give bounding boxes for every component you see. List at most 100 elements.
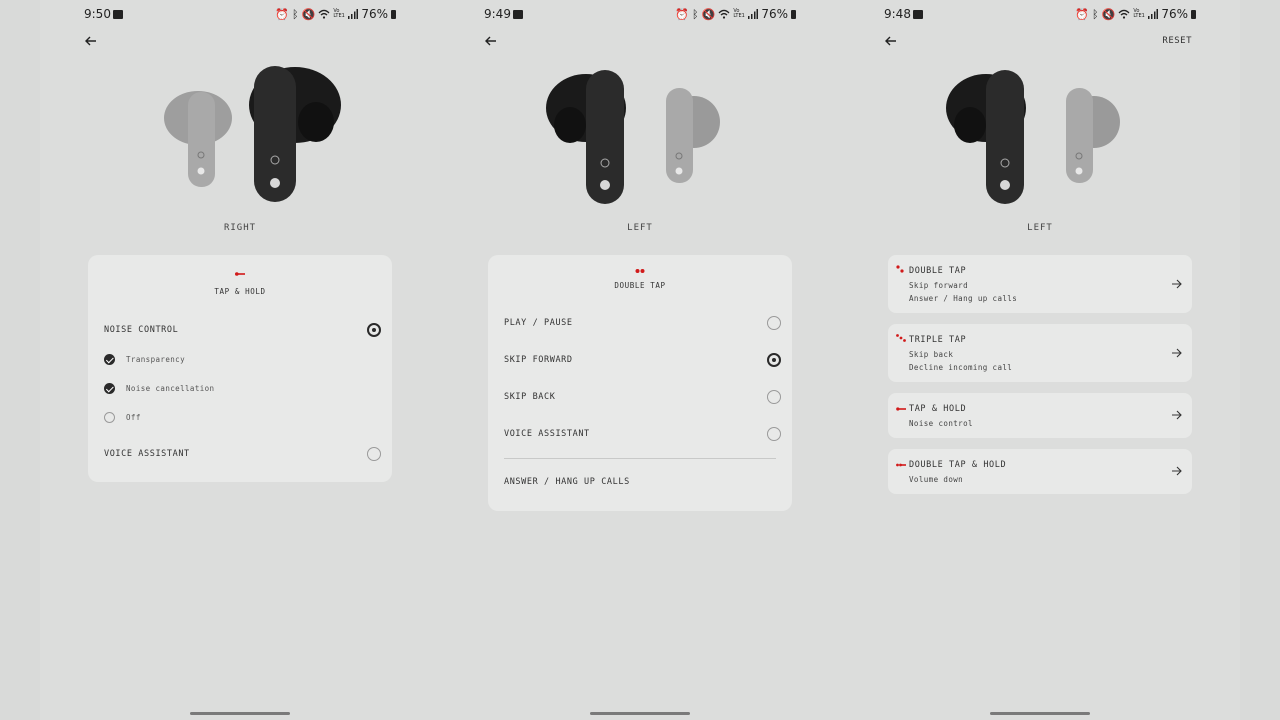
- play-pause-radio[interactable]: [767, 316, 781, 330]
- status-icons: ⏰ ᛒ 🔇 Vo LTE1 76%: [275, 7, 396, 21]
- signal-icon: [748, 9, 759, 19]
- alarm-icon: ⏰: [275, 7, 290, 21]
- gallery-icon: [913, 10, 923, 19]
- wifi-icon: [718, 9, 730, 19]
- tap-hold-gesture-icon: [88, 271, 392, 280]
- gesture-action: Skip forward: [909, 281, 968, 290]
- battery-percent: 76%: [1161, 7, 1188, 21]
- skip-back-option[interactable]: SKIP BACK: [504, 389, 781, 405]
- network-label: Vo LTE1: [1133, 8, 1145, 19]
- gesture-action: Noise control: [909, 419, 973, 428]
- bluetooth-icon: ᛒ: [1092, 7, 1099, 21]
- bluetooth-icon: ᛒ: [692, 7, 699, 21]
- card-title: DOUBLE TAP: [614, 281, 666, 290]
- gesture-title: DOUBLE TAP: [909, 266, 967, 276]
- home-indicator[interactable]: [190, 712, 290, 715]
- signal-icon: [348, 9, 359, 19]
- earbuds-image: [946, 70, 1120, 204]
- battery-icon: [1191, 9, 1196, 19]
- back-arrow-icon[interactable]: [484, 34, 498, 48]
- status-icons: ⏰ ᛒ 🔇 Vo LTE1 76%: [675, 7, 796, 21]
- noise-control-label: NOISE CONTROL: [104, 325, 179, 335]
- voice-assistant-radio[interactable]: [367, 447, 381, 461]
- voice-assistant-radio[interactable]: [767, 427, 781, 441]
- play-pause-option[interactable]: PLAY / PAUSE: [504, 315, 781, 331]
- off-label: Off: [126, 413, 141, 422]
- battery-percent: 76%: [761, 7, 788, 21]
- divider: [504, 458, 776, 459]
- answer-hang-up-option[interactable]: ANSWER / HANG UP CALLS: [504, 474, 781, 490]
- status-icons: ⏰ ᛒ 🔇 Vo LTE1 76%: [1075, 7, 1196, 21]
- phone-screen-right-tap-hold: 9:50 ⏰ ᛒ 🔇 Vo LTE1 76% RIGHT TAP & HOLD: [40, 0, 440, 720]
- gesture-action: Decline incoming call: [909, 363, 1013, 372]
- back-arrow-icon[interactable]: [884, 34, 898, 48]
- tap-hold-gesture-icon: [896, 407, 906, 411]
- gesture-card-triple-tap[interactable]: TRIPLE TAP Skip back Decline incoming ca…: [888, 324, 1192, 382]
- check-circle-icon[interactable]: [104, 383, 115, 394]
- transparency-option[interactable]: Transparency: [104, 352, 381, 368]
- alarm-icon: ⏰: [675, 7, 690, 21]
- status-time: 9:49: [484, 7, 511, 21]
- status-time: 9:50: [84, 7, 111, 21]
- double-tap-gesture-icon: [488, 268, 792, 277]
- noise-control-radio[interactable]: [367, 323, 381, 337]
- alarm-icon: ⏰: [1075, 7, 1090, 21]
- check-circle-icon[interactable]: [104, 354, 115, 365]
- reset-button[interactable]: RESET: [1162, 36, 1192, 46]
- home-indicator[interactable]: [990, 712, 1090, 715]
- back-arrow-icon[interactable]: [84, 34, 98, 48]
- bluetooth-icon: ᛒ: [292, 7, 299, 21]
- battery-icon: [791, 9, 796, 19]
- gesture-card-double-tap-hold[interactable]: DOUBLE TAP & HOLD Volume down: [888, 449, 1192, 494]
- empty-circle-icon[interactable]: [104, 412, 115, 423]
- answer-hang-up-label: ANSWER / HANG UP CALLS: [504, 477, 630, 487]
- earbud-side-label: RIGHT: [223, 223, 257, 233]
- chevron-right-arrow-icon: [1172, 348, 1182, 358]
- voice-assistant-label: VOICE ASSISTANT: [104, 449, 190, 459]
- voice-assistant-option[interactable]: VOICE ASSISTANT: [504, 426, 781, 442]
- tap-hold-settings-card: TAP & HOLD NOISE CONTROL Transparency No…: [88, 255, 392, 482]
- phone-screen-left-double-tap: 9:49 ⏰ ᛒ 🔇 Vo LTE1 76% LEFT DOUBLE TAP P…: [440, 0, 840, 720]
- gesture-title: TAP & HOLD: [909, 404, 967, 414]
- chevron-right-arrow-icon: [1172, 410, 1182, 420]
- triple-tap-gesture-icon: [896, 334, 906, 342]
- gallery-icon: [113, 10, 123, 19]
- skip-forward-radio[interactable]: [767, 353, 781, 367]
- signal-icon: [1148, 9, 1159, 19]
- gesture-title: TRIPLE TAP: [909, 335, 967, 345]
- battery-icon: [391, 9, 396, 19]
- skip-forward-option[interactable]: SKIP FORWARD: [504, 352, 781, 368]
- chevron-right-arrow-icon: [1172, 279, 1182, 289]
- status-bar: 9:50 ⏰ ᛒ 🔇 Vo LTE1 76%: [40, 7, 440, 23]
- earbuds-image: [546, 70, 720, 204]
- voice-assistant-option[interactable]: VOICE ASSISTANT: [104, 446, 381, 462]
- network-label: Vo LTE1: [333, 8, 345, 19]
- mute-icon: 🔇: [301, 7, 316, 21]
- gesture-action: Skip back: [909, 350, 954, 359]
- double-tap-hold-gesture-icon: [896, 463, 906, 467]
- status-bar: 9:49 ⏰ ᛒ 🔇 Vo LTE1 76%: [440, 7, 840, 23]
- gesture-action: Answer / Hang up calls: [909, 294, 1018, 303]
- gesture-card-tap-hold[interactable]: TAP & HOLD Noise control: [888, 393, 1192, 438]
- gallery-icon: [513, 10, 523, 19]
- off-option[interactable]: Off: [104, 410, 381, 426]
- voice-assistant-label: VOICE ASSISTANT: [504, 429, 590, 439]
- double-tap-settings-card: DOUBLE TAP PLAY / PAUSE SKIP FORWARD SKI…: [488, 255, 792, 511]
- noise-control-option[interactable]: NOISE CONTROL: [104, 322, 381, 338]
- play-pause-label: PLAY / PAUSE: [504, 318, 573, 328]
- gesture-action: Volume down: [909, 475, 964, 484]
- battery-percent: 76%: [361, 7, 388, 21]
- noise-cancellation-label: Noise cancellation: [126, 384, 215, 393]
- home-indicator[interactable]: [590, 712, 690, 715]
- chevron-right-arrow-icon: [1172, 466, 1182, 476]
- phone-screen-left-gestures: 9:48 ⏰ ᛒ 🔇 Vo LTE1 76% RESET LEFT DOUBLE…: [840, 0, 1240, 720]
- noise-cancellation-option[interactable]: Noise cancellation: [104, 381, 381, 397]
- earbuds-image: [164, 66, 341, 202]
- status-bar: 9:48 ⏰ ᛒ 🔇 Vo LTE1 76%: [840, 7, 1240, 23]
- transparency-label: Transparency: [126, 355, 185, 364]
- wifi-icon: [1118, 9, 1130, 19]
- skip-back-radio[interactable]: [767, 390, 781, 404]
- card-title: TAP & HOLD: [214, 287, 266, 296]
- gesture-card-double-tap[interactable]: DOUBLE TAP Skip forward Answer / Hang up…: [888, 255, 1192, 313]
- skip-forward-label: SKIP FORWARD: [504, 355, 573, 365]
